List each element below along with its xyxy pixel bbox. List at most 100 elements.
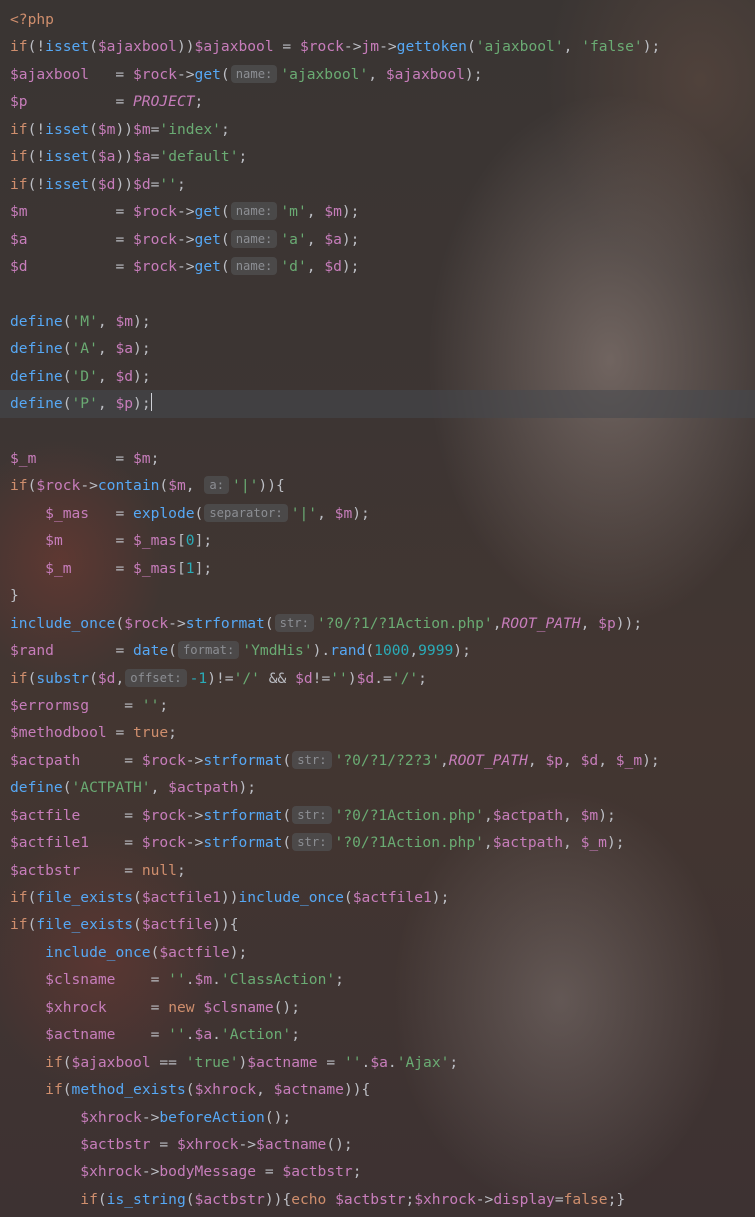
code-token: if: [80, 1190, 98, 1208]
code-token: ));: [615, 614, 643, 632]
code-line[interactable]: if(!isset($m))$m='index';: [10, 116, 755, 143]
code-line[interactable]: $actbstr = $xhrock->$actname();: [10, 1131, 755, 1158]
code-token: ,: [306, 230, 325, 248]
code-token: ;}: [607, 1190, 626, 1208]
code-line[interactable]: $actpath = $rock->strformat(str: '?0/?1/?…: [10, 747, 755, 774]
code-token: ,: [598, 751, 616, 769]
code-line[interactable]: if(!isset($a))$a='default';: [10, 143, 755, 170]
code-line[interactable]: define('ACTPATH', $actpath);: [10, 774, 755, 801]
code-token: $actfile1: [10, 834, 90, 852]
code-token: ;: [352, 1163, 362, 1181]
code-line[interactable]: $m = $rock->get(name:'m', $m);: [10, 198, 755, 225]
code-line[interactable]: include_once($actfile);: [10, 939, 755, 966]
code-line[interactable]: $p = PROJECT;: [10, 88, 755, 115]
code-token: 'd': [280, 257, 307, 275]
code-line[interactable]: define('D', $d);: [10, 363, 755, 390]
code-line[interactable]: $errormsg = '';: [10, 692, 755, 719]
code-token: $actpath: [168, 779, 239, 797]
code-line[interactable]: $ajaxbool = $rock->get(name:'ajaxbool', …: [10, 61, 755, 88]
code-token: ,: [440, 751, 449, 769]
code-token: &&: [259, 669, 296, 687]
code-line[interactable]: [10, 418, 755, 445]
code-token: ,: [256, 1081, 274, 1099]
code-line[interactable]: [10, 280, 755, 307]
code-token: ;: [335, 971, 344, 989]
code-token: $ajaxbool: [194, 38, 274, 56]
code-line[interactable]: $xhrock->bodyMessage = $actbstr;: [10, 1158, 755, 1185]
code-token: file_exists: [36, 916, 134, 934]
code-token: -1: [189, 669, 208, 687]
code-token: );: [606, 834, 625, 852]
code-editor[interactable]: <?php if(!isset($ajaxbool))$ajaxbool = $r…: [0, 0, 755, 1217]
code-line[interactable]: if(method_exists($xhrock, $actname)){: [10, 1076, 755, 1103]
code-token: 'false': [581, 38, 643, 56]
code-token: =: [27, 203, 134, 221]
code-line[interactable]: <?php: [10, 6, 755, 33]
code-token: $_m: [45, 559, 72, 577]
code-token: (: [89, 669, 98, 687]
code-line[interactable]: $xhrock->beforeAction();: [10, 1104, 755, 1131]
code-line[interactable]: if($rock->contain($m, a: '|')){: [10, 472, 755, 499]
code-line[interactable]: if($ajaxbool == 'true')$actname = ''.$a.…: [10, 1049, 755, 1076]
code-line[interactable]: $_mas = explode(separator: '|', $m);: [10, 500, 755, 527]
code-token: ,: [97, 340, 116, 358]
code-line[interactable]: $d = $rock->get(name:'d', $d);: [10, 253, 755, 280]
code-line[interactable]: $actname = ''.$a.'Action';: [10, 1021, 755, 1048]
code-token: if: [45, 1053, 63, 1071]
code-line[interactable]: if(is_string($actbstr)){echo $actbstr;$x…: [10, 1186, 755, 1213]
code-token: [: [176, 559, 186, 577]
code-line[interactable]: if(substr($d, offset: -1)!='/' && $d!='')$…: [10, 665, 755, 692]
code-line[interactable]: define('M', $m);: [10, 308, 755, 335]
parameter-hint: str:: [292, 750, 332, 769]
code-line[interactable]: if(!isset($ajaxbool))$ajaxbool = $rock->…: [10, 33, 755, 60]
code-line[interactable]: $methodbool = true;: [10, 719, 755, 746]
code-token: );: [642, 751, 660, 769]
code-token: 9999: [418, 642, 454, 660]
code-token: =: [106, 998, 169, 1016]
code-line[interactable]: $xhrock = new $clsname();: [10, 994, 755, 1021]
code-line[interactable]: $clsname = ''.$m.'ClassAction';: [10, 966, 755, 993]
code-token: ,: [185, 477, 204, 495]
code-line[interactable]: $rand = date(format: 'YmdHis').rand(1000,…: [10, 637, 755, 664]
code-token: =: [89, 834, 142, 852]
code-token: (: [89, 148, 98, 166]
code-line[interactable]: $actbstr = null;: [10, 857, 755, 884]
code-token: $m: [168, 477, 186, 495]
code-token: 'Ajax': [396, 1053, 450, 1071]
code-token: .: [212, 971, 221, 989]
code-token: (: [365, 642, 375, 660]
code-line[interactable]: define('A', $a);: [10, 335, 755, 362]
code-line[interactable]: include_once($rock->strformat(str: '?0/?1…: [10, 610, 755, 637]
code-line[interactable]: $a = $rock->get(name:'a', $a);: [10, 226, 755, 253]
code-line[interactable]: }: [10, 582, 755, 609]
code-token: $methodbool: [10, 724, 107, 742]
code-token: (: [185, 1190, 195, 1208]
parameter-hint: format:: [177, 641, 240, 660]
code-token: $d: [97, 669, 116, 687]
code-token: }: [10, 587, 19, 605]
code-token: '': [330, 669, 348, 687]
code-line[interactable]: $_m = $m;: [10, 445, 755, 472]
code-token: 'YmdHis': [242, 642, 313, 660]
code-token: $d: [133, 175, 151, 193]
code-line[interactable]: if(file_exists($actfile)){: [10, 911, 755, 938]
code-token: ,: [580, 614, 599, 632]
code-token: ;: [150, 450, 160, 467]
code-token: ,: [317, 504, 335, 522]
code-line[interactable]: if(file_exists($actfile1))include_once($…: [10, 884, 755, 911]
code-token: get: [194, 65, 221, 83]
code-line[interactable]: $m = $_mas[0];: [10, 527, 755, 554]
code-line[interactable]: $actfile1 = $rock->strformat(str: '?0/?1A…: [10, 829, 755, 856]
code-token: $_m: [10, 450, 37, 467]
code-area[interactable]: <?php if(!isset($ajaxbool))$ajaxbool = $r…: [0, 6, 755, 1213]
code-line[interactable]: define('P', $p);: [0, 390, 755, 418]
code-line[interactable]: if(!isset($d))$d='';: [10, 171, 755, 198]
code-token: (: [89, 175, 98, 193]
code-token: ();: [264, 1108, 292, 1126]
parameter-hint: str:: [274, 613, 314, 632]
code-token: $ajaxbool: [385, 65, 465, 83]
code-token: =: [80, 806, 142, 824]
code-token: $ajaxbool: [71, 1053, 151, 1071]
code-line[interactable]: $_m = $_mas[1];: [10, 555, 755, 582]
code-line[interactable]: $actfile = $rock->strformat(str: '?0/?1Ac…: [10, 802, 755, 829]
